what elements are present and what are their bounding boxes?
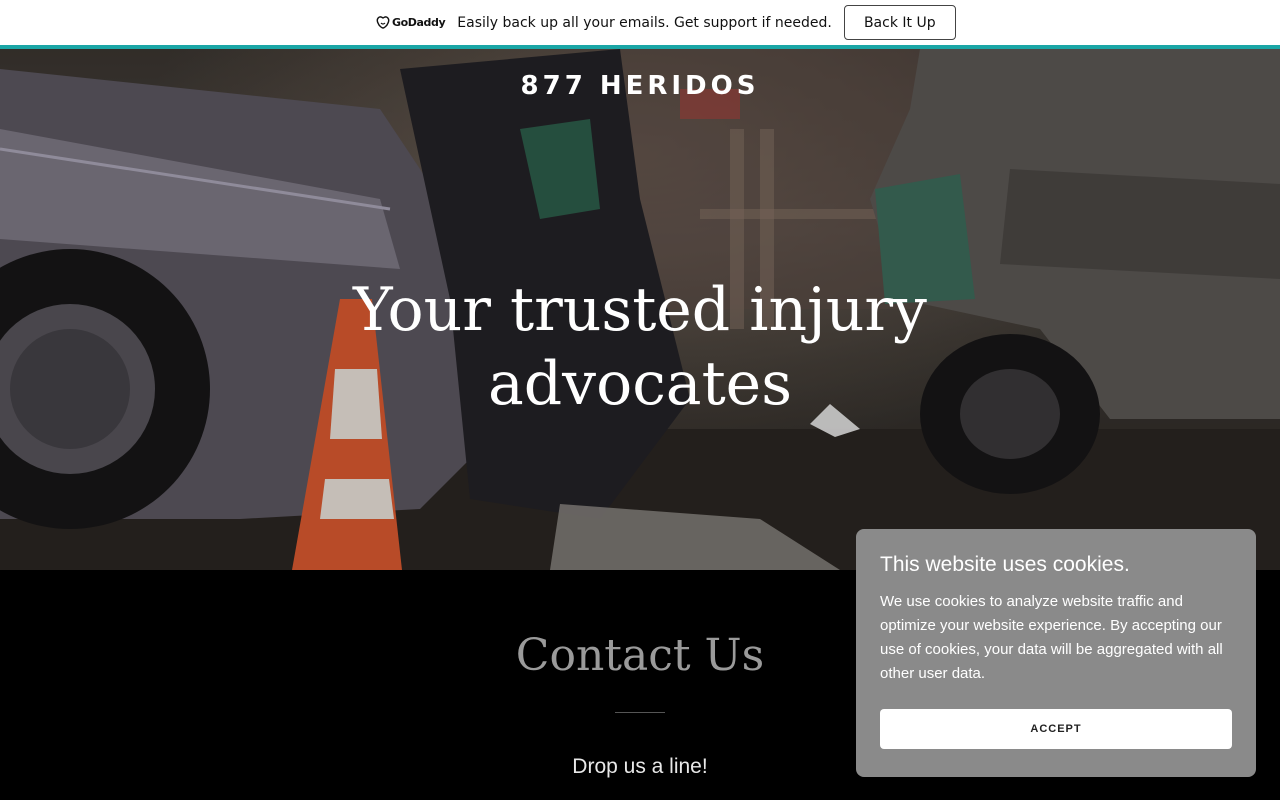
hero-title: Your trusted injury advocates [353,275,927,419]
accept-cookies-button[interactable]: ACCEPT [880,709,1232,749]
godaddy-logo[interactable]: GoDaddy [376,15,446,30]
promo-bar: GoDaddy Easily back up all your emails. … [0,0,1280,45]
godaddy-logo-text: GoDaddy [392,16,446,29]
godaddy-icon [376,15,390,29]
contact-divider [615,712,665,713]
cookie-text: We use cookies to analyze website traffi… [880,593,1223,682]
cookie-banner: This website uses cookies. We use cookie… [856,529,1256,777]
site-brand[interactable]: 877 HERIDOS [0,71,1280,101]
cookie-title: This website uses cookies. [880,553,1130,576]
promo-message: Easily back up all your emails. Get supp… [457,14,832,31]
back-it-up-button[interactable]: Back It Up [843,5,956,40]
hero-section: 877 HERIDOS Your trusted injury advocate… [0,49,1280,570]
promo-content: GoDaddy Easily back up all your emails. … [376,4,956,41]
